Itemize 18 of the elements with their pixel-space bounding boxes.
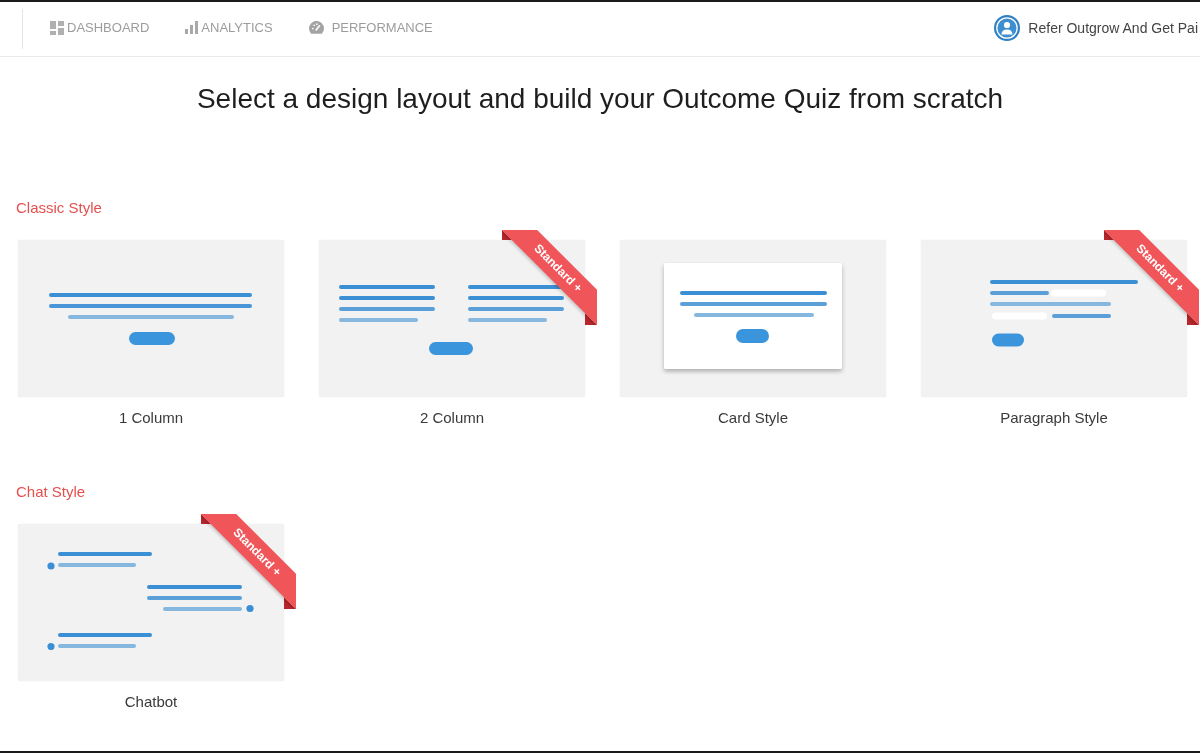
layout-card[interactable] (18, 240, 284, 397)
nav-link[interactable]: ANALYTICS (185, 20, 273, 35)
layout-name: Paragraph Style (1000, 409, 1108, 427)
nav-link[interactable]: DASHBOARD (50, 20, 150, 35)
layout-name: 2 Column (419, 409, 485, 427)
section-title: Classic Style (16, 199, 102, 217)
section-title: Chat Style (16, 483, 86, 501)
nav-link[interactable]: PERFORMANCE (308, 20, 433, 35)
person-icon (994, 14, 1021, 41)
layout-name: Chatbot (124, 693, 178, 711)
bar-chart-icon (185, 21, 199, 34)
layout-name: Card Style (718, 409, 788, 427)
referral-link[interactable]: Refer Outgrow And Get Pai (994, 14, 1200, 41)
layout-card[interactable] (620, 240, 886, 397)
grid-tiles-icon (50, 20, 64, 35)
page-heading: Select a design layout and build your Outcome Quiz from scratch (196, 82, 1004, 116)
gauge-icon (308, 20, 324, 35)
layout-name: 1 Column (118, 409, 184, 427)
